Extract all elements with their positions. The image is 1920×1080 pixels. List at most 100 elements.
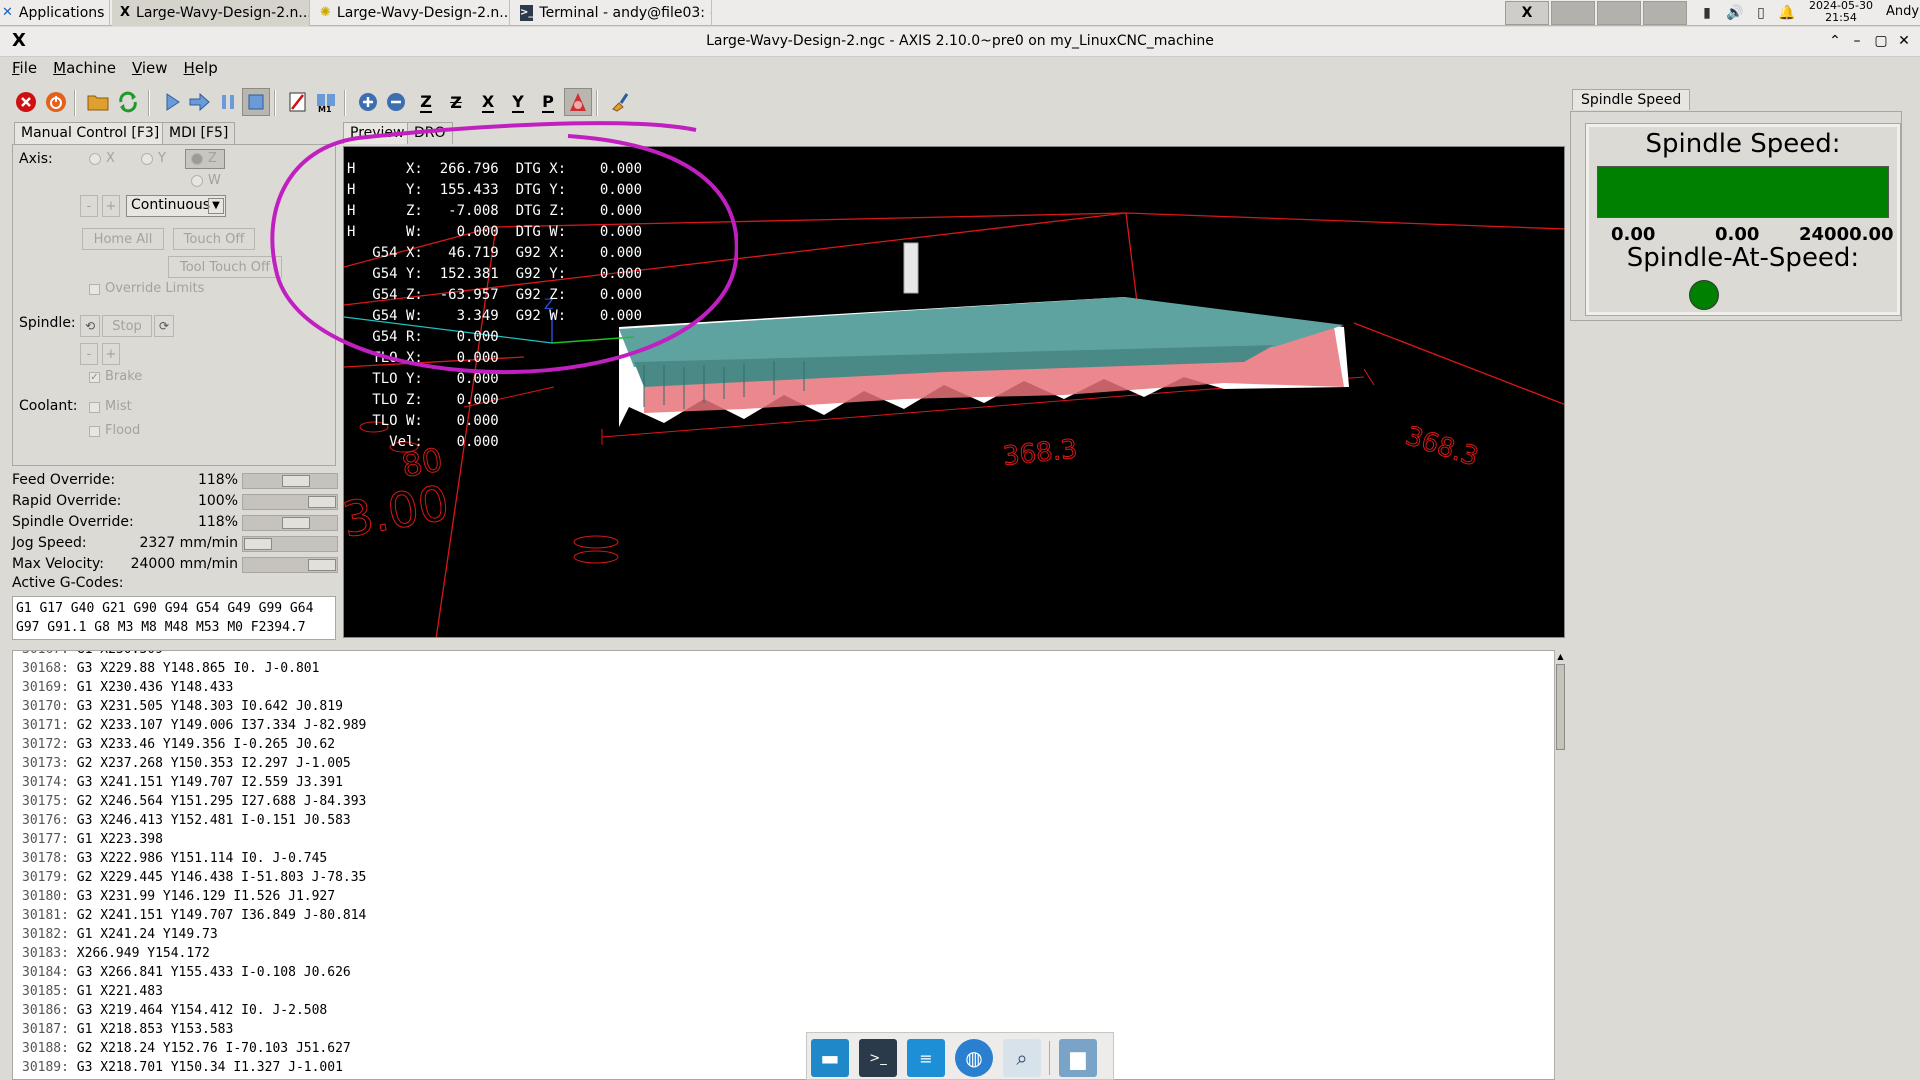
clock[interactable]: 2024-05-30 21:54: [1806, 0, 1876, 24]
menu-help[interactable]: Help: [178, 57, 224, 83]
view-y-button[interactable]: Y: [504, 88, 532, 116]
feed-override-slider[interactable]: [242, 473, 338, 489]
machine-power-button[interactable]: [42, 88, 70, 116]
gcode-line[interactable]: 30173: G2 X237.268 Y150.353 I2.297 J-1.0…: [22, 756, 351, 771]
jog-mode-select[interactable]: Continuous ▼: [126, 195, 226, 217]
applications-menu[interactable]: ✕ Applications: [0, 0, 110, 26]
axis-w-radio[interactable]: [191, 175, 203, 187]
view-z2-button[interactable]: Z: [442, 88, 470, 116]
reload-button[interactable]: [114, 88, 142, 116]
workspace-4[interactable]: [1643, 1, 1687, 25]
gcode-line[interactable]: 30174: G3 X241.151 Y149.707 I2.559 J3.39…: [22, 775, 343, 790]
gcode-line[interactable]: 30182: G1 X241.24 Y149.73: [22, 927, 218, 942]
jog-plus-button[interactable]: +: [102, 195, 120, 217]
task-axis-window[interactable]: X Large-Wavy-Design-2.n...: [112, 0, 310, 26]
spindle-ccw-button[interactable]: ⟲: [80, 315, 100, 337]
rapid-override-slider[interactable]: [242, 494, 338, 510]
user-menu[interactable]: Andy: [1886, 4, 1919, 19]
view-perspective-button[interactable]: P: [534, 88, 562, 116]
spindle-plus-button[interactable]: +: [102, 343, 120, 365]
home-all-button[interactable]: Home All: [82, 228, 164, 250]
gcode-line[interactable]: 30184: G3 X266.841 Y155.433 I-0.108 J0.6…: [22, 965, 351, 980]
gcode-line[interactable]: 30175: G2 X246.564 Y151.295 I27.688 J-84…: [22, 794, 366, 809]
optional-stop-button[interactable]: M1: [312, 88, 340, 116]
axis-y-radio[interactable]: [141, 153, 153, 165]
pause-button[interactable]: [214, 88, 242, 116]
spindle-cw-button[interactable]: ⟳: [154, 315, 174, 337]
view-z-button[interactable]: Z: [412, 88, 440, 116]
gcode-line[interactable]: 30186: G3 X219.464 Y154.412 I0. J-2.508: [22, 1003, 327, 1018]
task-axis-window-2[interactable]: ✺ Large-Wavy-Design-2.n...: [312, 0, 510, 26]
gcode-line[interactable]: 30179: G2 X229.445 Y146.438 I-51.803 J-7…: [22, 870, 366, 885]
spindle-stop-button[interactable]: Stop: [102, 315, 152, 337]
gcode-line[interactable]: 30183: X266.949 Y154.172: [22, 946, 210, 961]
network-signal-icon[interactable]: ▮: [1698, 4, 1716, 22]
minimize-icon[interactable]: –: [1848, 32, 1866, 50]
gcode-line[interactable]: 30188: G2 X218.24 Y152.76 I-70.103 J51.6…: [22, 1041, 351, 1056]
tool-touch-off-button[interactable]: Tool Touch Off: [168, 256, 282, 278]
terminal-icon[interactable]: >_: [859, 1039, 897, 1077]
run-program-button[interactable]: [158, 88, 186, 116]
slider-thumb[interactable]: [308, 559, 336, 571]
gcode-line[interactable]: 30177: G1 X223.398: [22, 832, 163, 847]
gcode-line[interactable]: 30189: G3 X218.701 Y150.34 I1.327 J-1.00…: [22, 1060, 343, 1075]
override-limits-checkbox[interactable]: [89, 284, 100, 295]
menu-view[interactable]: View: [126, 57, 174, 83]
max-velocity-slider[interactable]: [242, 557, 338, 573]
block-delete-button[interactable]: [284, 88, 312, 116]
scroll-up-icon[interactable]: ▲: [1556, 652, 1565, 662]
gcode-line[interactable]: 30180: G3 X231.99 Y146.129 I1.526 J1.927: [22, 889, 335, 904]
estop-button[interactable]: [12, 88, 40, 116]
slider-thumb[interactable]: [282, 475, 310, 487]
gcode-line[interactable]: 30185: G1 X221.483: [22, 984, 163, 999]
tab-manual-control[interactable]: Manual Control [F3]: [14, 122, 167, 144]
notification-bell-icon[interactable]: 🔔: [1778, 4, 1796, 22]
zoom-in-button[interactable]: [354, 88, 382, 116]
scrollbar-thumb[interactable]: [1556, 664, 1565, 750]
tab-spindle-speed[interactable]: Spindle Speed: [1572, 89, 1691, 110]
brake-checkbox[interactable]: ✓: [89, 372, 100, 383]
browser-icon[interactable]: ◍: [955, 1039, 993, 1077]
tab-mdi[interactable]: MDI [F5]: [162, 122, 236, 144]
workspace-3[interactable]: [1597, 1, 1641, 25]
touch-off-button[interactable]: Touch Off: [173, 228, 255, 250]
mist-checkbox[interactable]: [89, 402, 100, 413]
active-gcodes-box[interactable]: G1 G17 G40 G21 G90 G94 G54 G49 G99 G64 G…: [12, 596, 336, 640]
jog-minus-button[interactable]: -: [80, 195, 98, 217]
listing-scrollbar[interactable]: ▲: [1554, 650, 1566, 1080]
gcode-line[interactable]: 30172: G3 X233.46 Y149.356 I-0.265 J0.62: [22, 737, 335, 752]
gcode-line[interactable]: 30167: G1 X230.309: [22, 651, 163, 657]
window-shade-icon[interactable]: ⌃: [1826, 32, 1844, 50]
view-x-button[interactable]: X: [474, 88, 502, 116]
axis-z-radio[interactable]: [191, 153, 203, 165]
spindle-minus-button[interactable]: -: [80, 343, 98, 365]
gcode-line[interactable]: 30168: G3 X229.88 Y148.865 I0. J-0.801: [22, 661, 319, 676]
slider-thumb[interactable]: [308, 496, 336, 508]
slider-thumb[interactable]: [282, 517, 310, 529]
menu-file[interactable]: File: [6, 57, 43, 83]
gcode-line[interactable]: 30176: G3 X246.413 Y152.481 I-0.151 J0.5…: [22, 813, 351, 828]
close-icon[interactable]: ✕: [1895, 32, 1913, 50]
desktop-icon[interactable]: ▬: [811, 1039, 849, 1077]
step-button[interactable]: [186, 88, 214, 116]
axis-x-radio[interactable]: [89, 153, 101, 165]
folder-icon[interactable]: ▆: [1059, 1039, 1097, 1077]
open-file-button[interactable]: [84, 88, 112, 116]
flood-checkbox[interactable]: [89, 426, 100, 437]
gcode-line[interactable]: 30170: G3 X231.505 Y148.303 I0.642 J0.81…: [22, 699, 343, 714]
jog-speed-slider[interactable]: [242, 536, 338, 552]
workspace-1[interactable]: X: [1505, 1, 1549, 25]
search-icon[interactable]: ⌕: [1003, 1039, 1041, 1077]
text-editor-icon[interactable]: ≡: [907, 1039, 945, 1077]
volume-icon[interactable]: 🔊: [1726, 4, 1744, 22]
battery-icon[interactable]: ▯: [1752, 4, 1770, 22]
gcode-line[interactable]: 30171: G2 X233.107 Y149.006 I37.334 J-82…: [22, 718, 366, 733]
zoom-out-button[interactable]: [382, 88, 410, 116]
task-terminal[interactable]: >_ Terminal - andy@file03: ~: [512, 0, 712, 26]
gcode-line[interactable]: 30187: G1 X218.853 Y153.583: [22, 1022, 233, 1037]
spindle-override-slider[interactable]: [242, 515, 338, 531]
maximize-icon[interactable]: ▢: [1872, 32, 1890, 50]
slider-thumb[interactable]: [244, 538, 272, 550]
gcode-line[interactable]: 30169: G1 X230.436 Y148.433: [22, 680, 233, 695]
rotate-view-button[interactable]: [564, 88, 592, 116]
